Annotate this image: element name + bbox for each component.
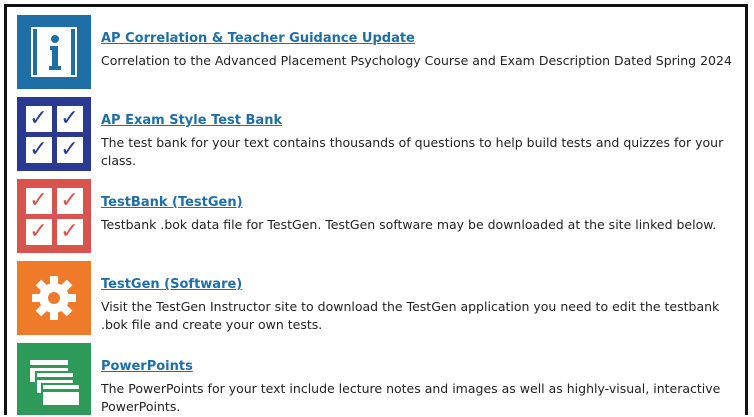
resource-description: The test bank for your text contains tho… — [101, 135, 724, 168]
resource-title-link[interactable]: TestGen (Software) — [101, 276, 242, 294]
check-icon: ✓ — [56, 105, 83, 132]
resource-title-link[interactable]: PowerPoints — [101, 358, 193, 376]
checkbox-grid-icon[interactable]: ✓ ✓ ✓ ✓ — [17, 97, 91, 171]
check-icon: ✓ — [56, 187, 83, 214]
resource-list: AP Correlation & Teacher Guidance Update… — [4, 4, 748, 415]
check-icon: ✓ — [25, 218, 52, 245]
slides-icon[interactable] — [17, 343, 91, 415]
gear-icon[interactable] — [17, 261, 91, 335]
check-icon: ✓ — [25, 136, 52, 163]
list-item: TestGen (Software) Visit the TestGen Ins… — [17, 261, 745, 335]
check-icon: ✓ — [56, 218, 83, 245]
list-item: PowerPoints The PowerPoints for your tex… — [17, 343, 745, 415]
list-item: ✓ ✓ ✓ ✓ TestBank (TestGen) Testbank .bok… — [17, 179, 745, 253]
resource-title-link[interactable]: TestBank (TestGen) — [101, 194, 243, 212]
resource-description: Testbank .bok data file for TestGen. Tes… — [101, 217, 717, 232]
list-item: AP Correlation & Teacher Guidance Update… — [17, 15, 745, 89]
resource-title-link[interactable]: AP Exam Style Test Bank — [101, 112, 282, 130]
check-icon: ✓ — [56, 136, 83, 163]
resource-description: Correlation to the Advanced Placement Ps… — [101, 53, 732, 68]
list-item: ✓ ✓ ✓ ✓ AP Exam Style Test Bank The test… — [17, 97, 745, 171]
resource-description: Visit the TestGen Instructor site to dow… — [101, 299, 720, 332]
info-icon[interactable] — [17, 15, 91, 89]
resource-title-link[interactable]: AP Correlation & Teacher Guidance Update — [101, 30, 415, 48]
resource-description: The PowerPoints for your text include le… — [101, 381, 721, 414]
check-icon: ✓ — [25, 105, 52, 132]
check-icon: ✓ — [25, 187, 52, 214]
checkbox-grid-icon[interactable]: ✓ ✓ ✓ ✓ — [17, 179, 91, 253]
